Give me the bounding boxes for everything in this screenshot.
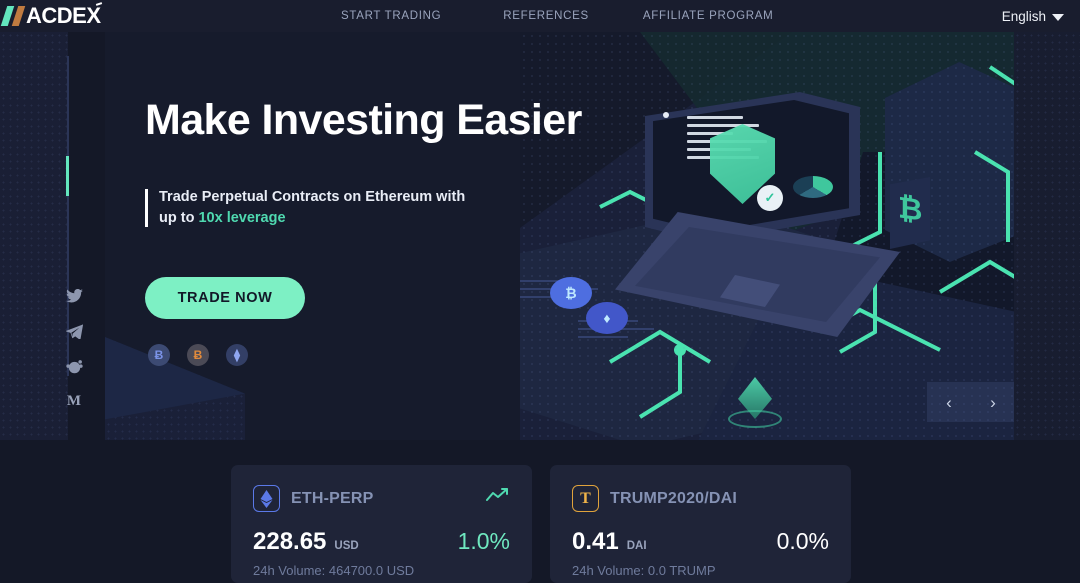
ticker-volume: 24h Volume: 0.0 TRUMP — [572, 563, 716, 578]
ticker-card-header: T TRUMP2020/DAI — [572, 485, 829, 512]
ticker-price-unit: DAI — [626, 540, 647, 552]
hero-subtitle-prefix: up to — [159, 210, 199, 226]
hero-content: Make Investing Easier Trade Perpetual Co… — [145, 95, 582, 366]
hero-subtitle: Trade Perpetual Contracts on Ethereum wi… — [145, 187, 582, 229]
trump-token-letter: T — [580, 489, 591, 507]
ticker-change-percent: 1.0% — [457, 528, 510, 554]
hero-subtitle-line-1: Trade Perpetual Contracts on Ethereum wi… — [159, 189, 466, 205]
ticker-card[interactable]: T TRUMP2020/DAI 0.41 DAI 0.0% 24h Volume… — [550, 465, 851, 583]
nav-item-start-trading[interactable]: START TRADING — [341, 10, 441, 22]
brand-logo[interactable]: ACDEX — [0, 0, 102, 32]
hero-coin-ethereum-icon: ⧫ — [226, 344, 248, 366]
social-links: M — [62, 286, 86, 411]
hero-coin-badges: Ƀ Ƀ ⧫ — [145, 344, 582, 366]
laptop-illustration: ✓ — [615, 92, 935, 352]
ticker-volume: 24h Volume: 464700.0 USD — [253, 563, 415, 578]
medium-icon[interactable]: M — [64, 391, 84, 411]
language-selector[interactable]: English — [1002, 0, 1064, 32]
shield-check-badge-icon: ✓ — [757, 185, 783, 211]
twitter-icon[interactable] — [64, 286, 84, 306]
bitcoin-symbol-icon: ₿ — [898, 191, 923, 228]
ethereum-glow-ring — [728, 410, 782, 428]
chevron-down-icon — [1052, 13, 1064, 21]
hero-leverage-highlight: 10x leverage — [198, 210, 286, 226]
ethereum-icon — [253, 485, 280, 512]
logo-slash-orange — [11, 6, 26, 26]
ticker-price-row: 228.65 USD 1.0% — [253, 528, 510, 556]
ticker-change-percent: 0.0% — [776, 528, 829, 554]
trend-up-icon — [486, 487, 510, 503]
language-label: English — [1001, 8, 1046, 24]
ticker-pair-label: ETH-PERP — [291, 489, 374, 507]
telegram-icon[interactable] — [64, 321, 84, 341]
ticker-card-header: ETH-PERP — [253, 485, 510, 512]
pie-chart-icon — [793, 176, 833, 198]
nav-item-affiliate-program[interactable]: AFFILIATE PROGRAM — [643, 10, 774, 22]
phone-bitcoin-illustration: ₿ — [890, 177, 930, 249]
ticker-card-list: ETH-PERP 228.65 USD 1.0% 24h Volume: 464… — [231, 465, 851, 583]
ticker-card[interactable]: ETH-PERP 228.65 USD 1.0% 24h Volume: 464… — [231, 465, 532, 583]
logo-text: ACDEX — [26, 3, 101, 28]
hero-carousel-controls: ‹ › — [927, 382, 1015, 422]
carousel-prev-button[interactable]: ‹ — [946, 394, 952, 411]
trade-now-button[interactable]: TRADE NOW — [145, 277, 305, 319]
trump-token-icon: T — [572, 485, 599, 512]
ticker-price-unit: USD — [334, 540, 359, 552]
carousel-next-button[interactable]: › — [990, 394, 996, 411]
top-header: ACDEX START TRADING REFERENCES AFFILIATE… — [0, 0, 1080, 32]
hero-coin-bsv-icon: Ƀ — [187, 344, 209, 366]
nav-item-references[interactable]: REFERENCES — [503, 10, 589, 22]
left-rail-panel — [0, 32, 68, 440]
hero-coin-bitcoin-icon: Ƀ — [148, 344, 170, 366]
ticker-price: 228.65 — [253, 528, 327, 555]
ticker-price: 0.41 — [572, 528, 619, 555]
main-nav: START TRADING REFERENCES AFFILIATE PROGR… — [341, 0, 773, 32]
laptop-camera-dot — [663, 112, 669, 118]
right-rail-panel — [1014, 32, 1080, 440]
hero-subtitle-line-2: up to 10x leverage — [159, 208, 582, 229]
rail-progress-indicator — [66, 156, 69, 196]
ticker-pair-label: TRUMP2020/DAI — [610, 489, 738, 507]
hero-illustration: ✓ ₿ ₿ ♦ — [520, 32, 1015, 440]
reddit-icon[interactable] — [64, 356, 84, 376]
ticker-price-row: 0.41 DAI 0.0% — [572, 528, 829, 556]
hero-title: Make Investing Easier — [145, 96, 582, 144]
floating-coin-2-icon: ♦ — [586, 302, 628, 334]
